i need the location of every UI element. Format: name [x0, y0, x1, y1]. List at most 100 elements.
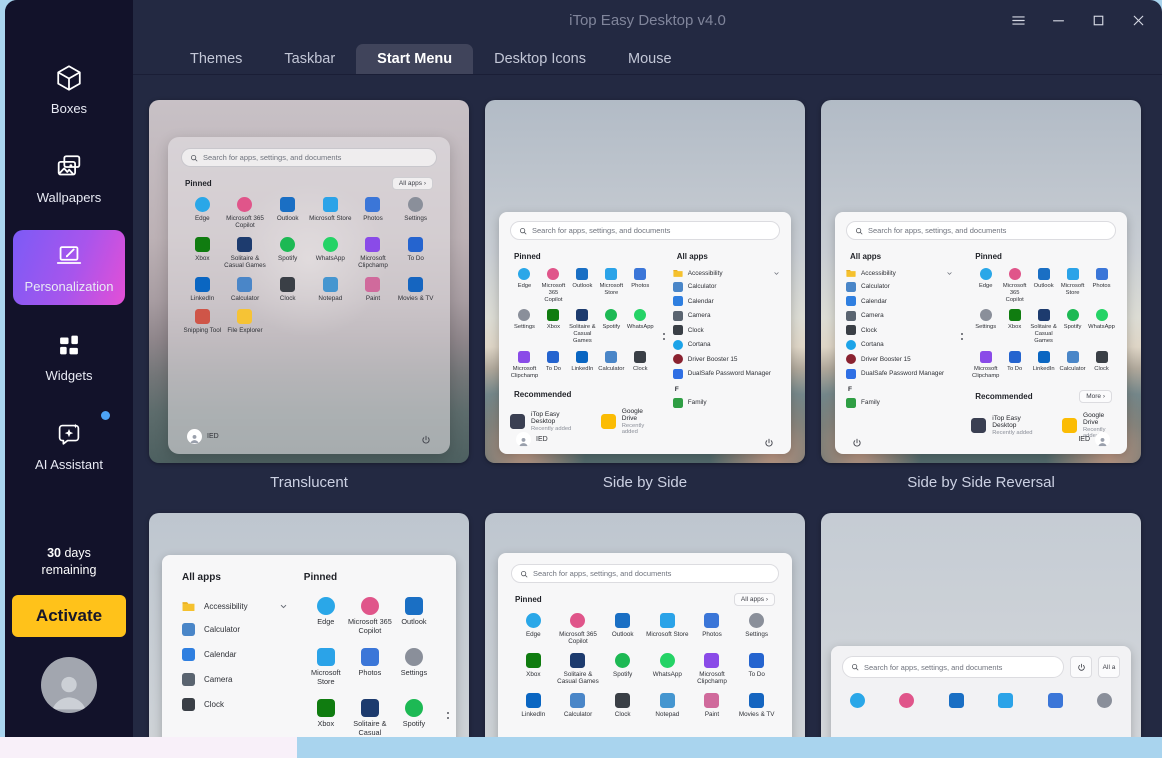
app-list-item-dualsafe-password-manager: DualSafe Password Manager	[846, 369, 953, 379]
section-label: Pinned	[185, 179, 212, 188]
app-icon-xbox	[1009, 309, 1021, 321]
all-apps-list: AccessibilityCalculatorCalendarCameraClo…	[673, 269, 780, 408]
style-card-translucent[interactable]: Search for apps, settings, and documents…	[149, 100, 469, 463]
tab-start-menu[interactable]: Start Menu	[356, 44, 473, 74]
app-label: WhatsApp	[653, 671, 682, 678]
app-label: Outlook	[1034, 283, 1054, 290]
section-label: Recommended	[975, 392, 1032, 401]
style-card-label: Side by Side Reversal	[907, 474, 1055, 491]
sidebar-item-boxes[interactable]: Boxes	[13, 52, 125, 127]
sidebar-item-personalization[interactable]: Personalization	[13, 230, 125, 305]
app-tile-settings: Settings	[394, 197, 437, 230]
app-list-item-accessibility: Accessibility	[673, 269, 780, 277]
desktop-strip-pink	[0, 737, 297, 758]
app-label: Calendar	[861, 298, 887, 305]
notification-dot	[101, 411, 110, 420]
minimize-icon[interactable]	[1038, 0, 1078, 40]
menu-user: IED	[1078, 432, 1110, 447]
app-list-item-cortana: Cortana	[846, 340, 953, 350]
app-icon-microsoft-365-copilot	[899, 693, 914, 708]
dot	[663, 338, 665, 340]
app-label: Calculator	[1060, 366, 1086, 373]
app-label: Calendar	[688, 298, 714, 305]
close-icon[interactable]	[1118, 0, 1158, 40]
section-header-row: All apps	[850, 252, 949, 261]
app-tile-photos: Photos	[1087, 268, 1116, 303]
app-list-item-calendar: Calendar	[182, 648, 288, 661]
tab-bar: ThemesTaskbarStart MenuDesktop IconsMous…	[133, 40, 1162, 75]
app-list-item-camera: Camera	[846, 311, 953, 321]
app-label: To Do	[748, 671, 764, 678]
app-tile-photos: Photos	[348, 648, 392, 686]
app-label: Photos	[359, 669, 382, 678]
style-card-side-by-side-reversal[interactable]: Search for apps, settings, and documents…	[821, 100, 1141, 463]
app-icon-outlook	[576, 268, 588, 280]
tab-taskbar[interactable]: Taskbar	[263, 44, 356, 74]
app-label: Settings	[404, 215, 427, 222]
app-label: Xbox	[317, 720, 334, 729]
maximize-icon[interactable]	[1078, 0, 1118, 40]
section-label: Recommended	[514, 390, 571, 399]
search-placeholder: Search for apps, settings, and documents	[203, 153, 341, 162]
app-label: Outlook	[572, 283, 592, 290]
app-label: Calculator	[204, 625, 240, 634]
app-icon-to-do	[1009, 351, 1021, 363]
folder-icon	[182, 601, 195, 611]
app-icon-calculator	[846, 282, 856, 292]
user-avatar[interactable]	[41, 657, 97, 713]
app-icon-camera	[846, 311, 856, 321]
app-icon-movies-tv	[408, 277, 423, 292]
pinned-apps-row	[842, 693, 1120, 708]
menu-footer: IED	[181, 427, 437, 446]
app-tile-settings: Settings	[971, 309, 1000, 344]
app-list-item-family: Family	[846, 398, 953, 408]
app-label: Camera	[861, 312, 884, 319]
tab-mouse[interactable]: Mouse	[607, 44, 693, 74]
all-apps-button: All a	[1098, 656, 1120, 678]
section-label: Pinned	[515, 595, 542, 604]
style-card-partial-6[interactable]: Search for apps, settings, and documents…	[821, 513, 1141, 737]
style-card-partial-5[interactable]: Search for apps, settings, and documents…	[485, 513, 805, 737]
app-icon-outlook	[280, 197, 295, 212]
style-card-partial-4[interactable]: All appsAccessibilityCalculatorCalendarC…	[149, 513, 469, 737]
tab-themes[interactable]: Themes	[169, 44, 263, 74]
desktop: { "window": { "title": "iTop Easy Deskto…	[0, 0, 1162, 758]
app-tile-edge: Edge	[971, 268, 1000, 303]
app-tile-to-do: To Do	[539, 351, 568, 380]
app-label: Notepad	[655, 711, 679, 718]
menu-columns: All appsAccessibilityCalculatorCalendarC…	[846, 242, 1116, 430]
chevron-down-icon	[279, 602, 288, 611]
search-icon	[190, 154, 198, 162]
app-tile-linkedin: LinkedIn	[568, 351, 597, 380]
app-label: WhatsApp	[1088, 324, 1115, 331]
app-label: Spotify	[613, 671, 632, 678]
app-tile-xbox: Xbox	[304, 699, 348, 737]
app-label: Calculator	[231, 295, 259, 302]
style-card-wrap: Search for apps, settings, and documents…	[485, 100, 805, 491]
tab-desktop-icons[interactable]: Desktop Icons	[473, 44, 607, 74]
app-icon-microsoft-clipchamp	[980, 351, 992, 363]
app-label: Clock	[204, 700, 224, 709]
app-icon-solitaire-casual-games	[237, 237, 252, 252]
app-list-item-cortana: Cortana	[673, 340, 780, 350]
app-icon-driver-booster-15	[673, 354, 683, 364]
section-label: Pinned	[975, 252, 1002, 261]
app-icon-itop-easy-desktop	[510, 414, 525, 429]
sidebar-item-ai-assistant[interactable]: AI Assistant	[13, 408, 125, 483]
app-label: Clock	[615, 711, 631, 718]
app-icon-family	[846, 398, 856, 408]
sidebar-item-wallpapers[interactable]: Wallpapers	[13, 141, 125, 216]
app-icon-solitaire-casual-games	[1038, 309, 1050, 321]
app-tile-notepad: Notepad	[309, 277, 352, 302]
app-tile-xbox: Xbox	[1000, 309, 1029, 344]
sidebar-item-widgets[interactable]: Widgets	[13, 319, 125, 394]
app-tile-calculator: Calculator	[224, 277, 267, 302]
ai-assistant-icon	[54, 419, 84, 449]
activate-button[interactable]: Activate	[12, 595, 126, 637]
style-card-side-by-side[interactable]: Search for apps, settings, and documents…	[485, 100, 805, 463]
app-label: Photos	[631, 283, 649, 290]
search-input: Search for apps, settings, and documents	[846, 221, 1116, 240]
app-label: LinkedIn	[521, 711, 545, 718]
app-label: Xbox	[195, 255, 209, 262]
menu-icon[interactable]	[998, 0, 1038, 40]
